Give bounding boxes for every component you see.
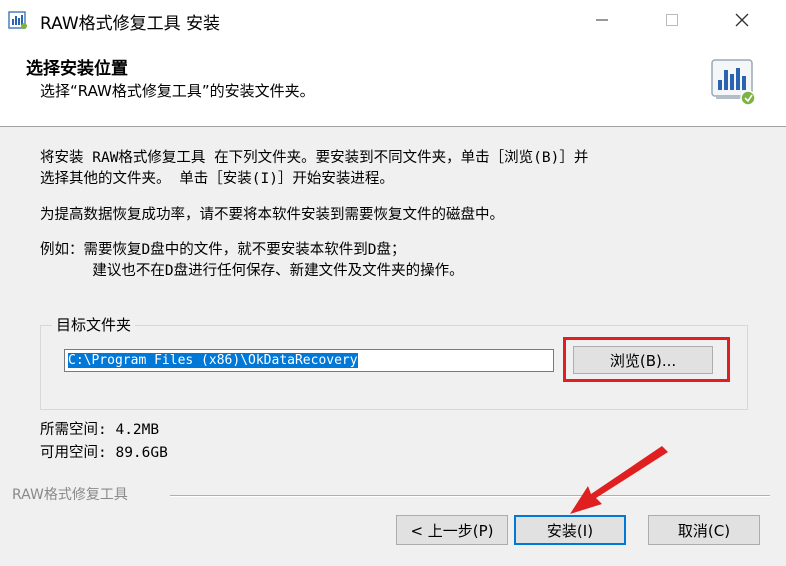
- destination-path-input[interactable]: C:\Program Files (x86)\OkDataRecovery: [64, 349, 554, 372]
- title-bar: RAW格式修复工具 安装: [0, 0, 786, 40]
- installer-disk-icon: [711, 59, 756, 106]
- browse-button[interactable]: 浏览(B)...: [573, 346, 713, 374]
- warning-line: 为提高数据恢复成功率，请不要将本软件安装到需要恢复文件的磁盘中。: [40, 207, 504, 223]
- available-space: 可用空间: 89.6GB: [40, 445, 168, 461]
- maximize-button[interactable]: [646, 0, 698, 40]
- required-space: 所需空间: 4.2MB: [40, 422, 160, 438]
- page-title: 选择安装位置: [26, 59, 128, 79]
- instruction-line-2: 选择其他的文件夹。 单击［安装(I)］开始安装进程。: [40, 171, 394, 187]
- window-title: RAW格式修复工具 安装: [40, 14, 221, 34]
- back-button[interactable]: < 上一步(P): [396, 515, 508, 545]
- close-button[interactable]: [716, 0, 768, 40]
- cancel-button[interactable]: 取消(C): [648, 515, 760, 545]
- example-line-1: 例如：需要恢复D盘中的文件，就不要安装本软件到D盘；: [40, 242, 406, 258]
- install-button[interactable]: 安装(I): [514, 515, 626, 545]
- app-icon: [8, 11, 27, 29]
- instruction-line-1: 将安装 RAW格式修复工具 在下列文件夹。要安装到不同文件夹，单击［浏览(B)］…: [40, 150, 589, 166]
- branding-text: RAW格式修复工具: [12, 487, 128, 503]
- branding-divider: [170, 495, 770, 497]
- maximize-icon: [666, 14, 678, 26]
- close-icon: [735, 13, 749, 27]
- wizard-header: 选择安装位置 选择“RAW格式修复工具”的安装文件夹。: [0, 40, 786, 127]
- destination-path-value: C:\Program Files (x86)\OkDataRecovery: [68, 353, 358, 368]
- minimize-button[interactable]: [576, 0, 628, 40]
- minimize-icon: [596, 19, 608, 21]
- page-subtitle: 选择“RAW格式修复工具”的安装文件夹。: [40, 82, 315, 100]
- destination-group-label: 目标文件夹: [52, 314, 136, 335]
- example-line-2: 建议也不在D盘进行任何保存、新建文件及文件夹的操作。: [40, 263, 464, 279]
